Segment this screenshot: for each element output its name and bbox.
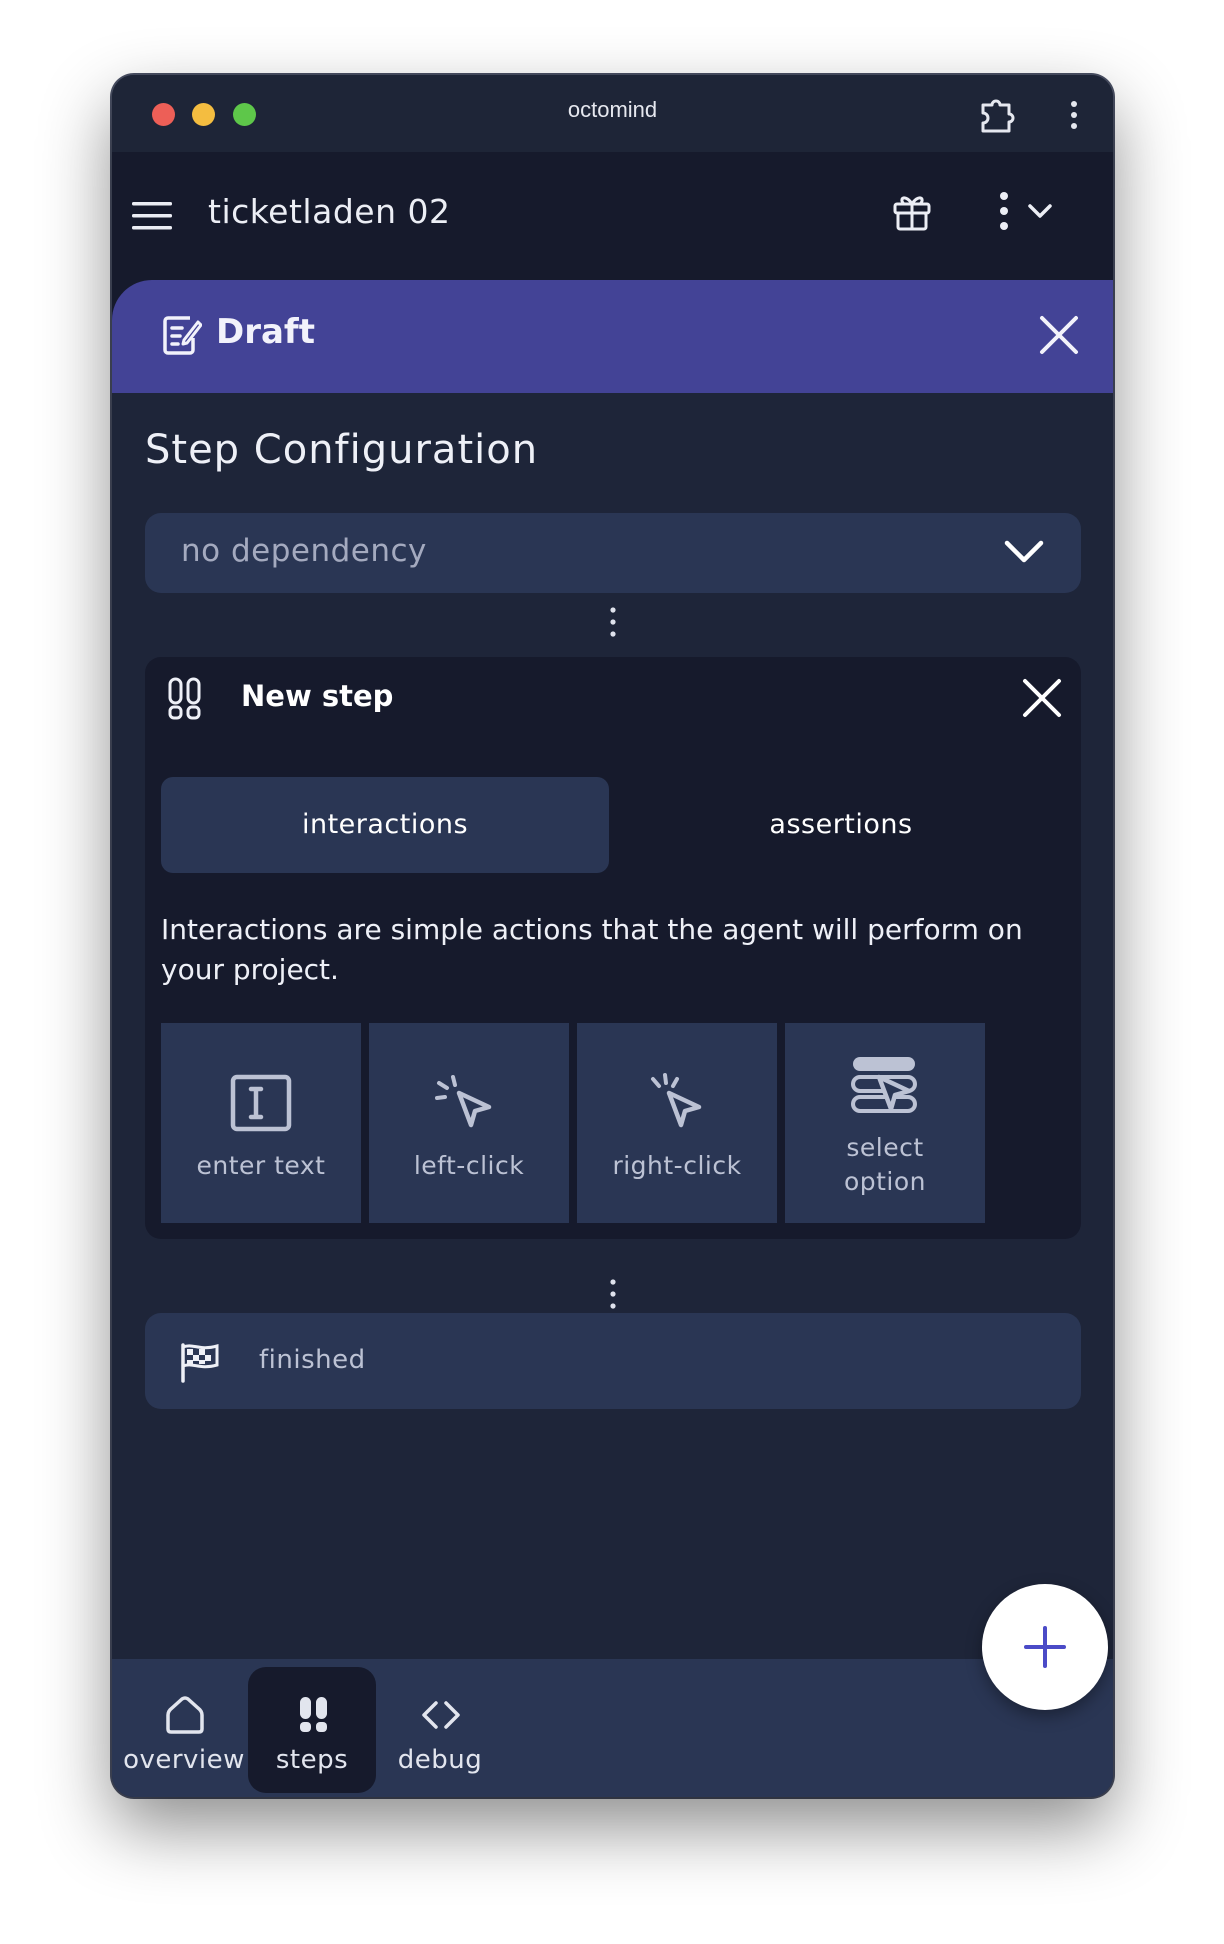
select-option-button[interactable]: select option <box>785 1023 985 1223</box>
project-title: ticketladen 02 <box>208 192 451 231</box>
tab-assertions[interactable]: assertions <box>617 777 1065 873</box>
close-draft-icon[interactable] <box>1037 313 1081 357</box>
code-icon <box>422 1701 460 1729</box>
select-option-label: select option <box>843 1133 927 1196</box>
app-window: octomind ticketladen 02 Draft Step Confi… <box>112 75 1113 1797</box>
nav-overview[interactable]: overview <box>120 1667 248 1793</box>
main-content: Step Configuration no dependency New ste… <box>112 393 1113 1661</box>
draft-banner: Draft <box>112 280 1113 393</box>
left-click-button[interactable]: left-click <box>369 1023 569 1223</box>
footsteps-icon <box>300 1697 327 1732</box>
more-options-icon[interactable] <box>990 188 1060 234</box>
right-click-button[interactable]: right-click <box>577 1023 777 1223</box>
footsteps-icon <box>168 677 201 720</box>
nav-steps-label: steps <box>275 1745 349 1775</box>
right-click-icon <box>651 1073 702 1128</box>
edit-document-icon <box>163 316 202 355</box>
tab-interactions[interactable]: interactions <box>161 777 609 873</box>
left-click-label: left-click <box>413 1151 525 1180</box>
window-titlebar: octomind <box>112 75 1113 152</box>
window-title: octomind <box>567 97 658 122</box>
extension-icon[interactable] <box>977 95 1017 135</box>
nav-debug-label: debug <box>397 1745 483 1775</box>
menu-icon[interactable] <box>132 200 172 232</box>
finished-step[interactable]: finished <box>145 1313 1081 1409</box>
enter-text-label: enter text <box>196 1151 326 1180</box>
text-cursor-icon <box>230 1074 292 1132</box>
dependency-select[interactable]: no dependency <box>145 513 1081 593</box>
bottom-navigation: overview steps debug <box>112 1659 1113 1797</box>
chevron-down-icon <box>1004 540 1044 563</box>
dependency-value: no dependency <box>181 533 427 569</box>
step-configuration-title: Step Configuration <box>145 427 539 473</box>
new-step-card: New step interactions assertions Interac… <box>145 657 1081 1239</box>
home-icon <box>166 1696 204 1734</box>
select-option-icon <box>851 1057 917 1113</box>
gift-icon[interactable] <box>892 190 932 232</box>
left-click-icon <box>435 1075 492 1128</box>
checkered-flag-icon <box>181 1343 219 1383</box>
interactions-description: Interactions are simple actions that the… <box>161 913 1023 986</box>
nav-debug[interactable]: debug <box>376 1667 504 1793</box>
finished-label: finished <box>259 1345 366 1375</box>
connector-dots-icon <box>610 1279 616 1309</box>
nav-steps[interactable]: steps <box>248 1667 376 1793</box>
plus-icon <box>1024 1626 1066 1668</box>
add-step-button[interactable] <box>982 1584 1108 1710</box>
close-step-icon[interactable] <box>1021 677 1063 719</box>
draft-label: Draft <box>216 312 315 352</box>
new-step-title: New step <box>241 679 394 713</box>
right-click-label: right-click <box>612 1151 742 1180</box>
enter-text-button[interactable]: enter text <box>161 1023 361 1223</box>
nav-overview-label: overview <box>123 1745 245 1775</box>
window-more-icon[interactable] <box>1064 95 1084 135</box>
connector-dots-icon <box>610 607 616 637</box>
